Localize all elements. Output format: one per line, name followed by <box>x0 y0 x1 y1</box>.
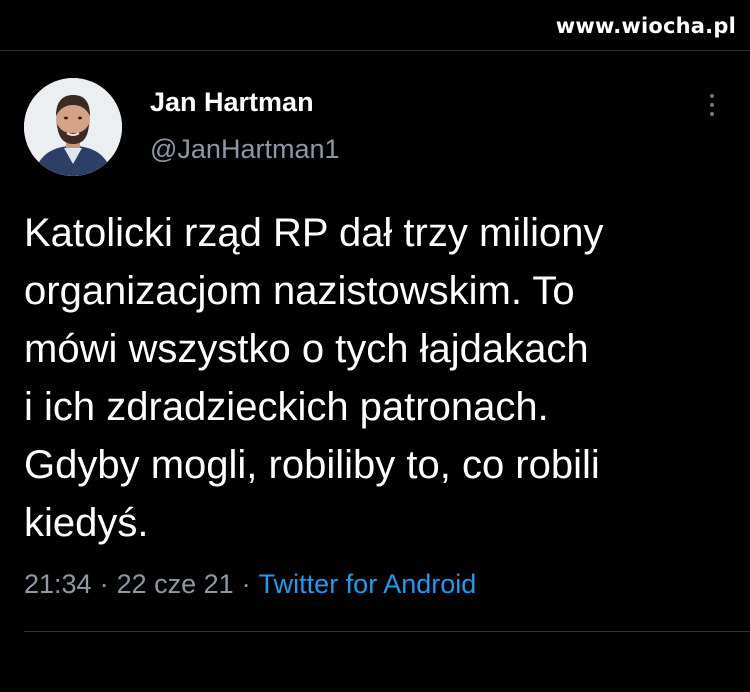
meta-separator: · <box>99 569 109 599</box>
tweet-time[interactable]: 21:34 <box>24 569 92 599</box>
tweet-text: Katolicki rząd RP dał trzy miliony organ… <box>24 211 604 545</box>
avatar-photo <box>24 78 122 176</box>
meta-separator: · <box>241 569 251 599</box>
tweet-date[interactable]: 22 cze 21 <box>117 569 234 599</box>
tweet-meta: 21:34 · 22 cze 21 · Twitter for Android <box>24 569 476 600</box>
site-watermark: www.wiocha.pl <box>555 14 736 38</box>
author-handle[interactable]: @JanHartman1 <box>150 134 340 165</box>
tweet-source-link[interactable]: Twitter for Android <box>259 569 477 599</box>
bottom-divider <box>24 631 750 632</box>
avatar[interactable] <box>24 78 122 176</box>
author-display-name[interactable]: Jan Hartman <box>150 87 314 118</box>
more-options-icon[interactable] <box>700 94 724 120</box>
top-divider <box>0 50 750 51</box>
